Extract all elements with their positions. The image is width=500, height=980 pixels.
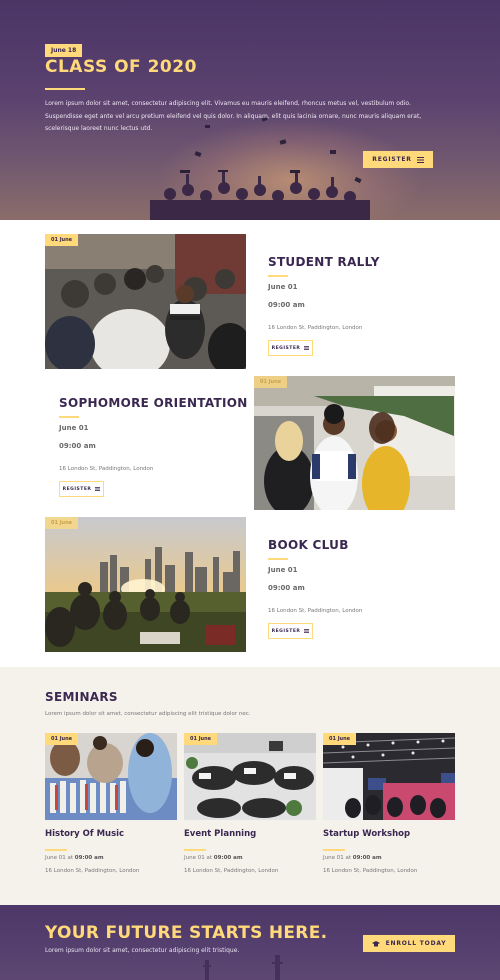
event-date-badge: 01 June xyxy=(254,376,288,388)
event-title: BOOK CLUB xyxy=(268,538,349,552)
enroll-today-label: ENROLL TODAY xyxy=(385,940,447,947)
event-time: 09:00 am xyxy=(268,301,305,309)
seminar-date-prefix: June 01 at xyxy=(45,855,73,861)
event-divider xyxy=(268,275,288,277)
cta-subtitle: Lorem ipsum dolor sit amet, consectetur … xyxy=(45,947,240,954)
event-date-badge: 01 June xyxy=(45,517,79,529)
seminar-time: 09:00 am xyxy=(74,855,104,861)
event-date: June 01 xyxy=(268,566,298,574)
event-divider xyxy=(59,416,79,418)
event-date: June 01 xyxy=(59,424,89,432)
seminar-date-badge: 01 June xyxy=(323,733,357,745)
seminars-title: SEMINARS xyxy=(45,690,118,704)
list-icon xyxy=(304,629,310,633)
event-address: 16 London St, Paddington, London xyxy=(268,325,363,331)
seminar-date-badge: 01 June xyxy=(184,733,218,745)
startup-workshop-image[interactable]: 01 June xyxy=(323,733,455,820)
seminar-time: 09:00 am xyxy=(213,855,243,861)
seminar-address: 16 London St, Paddington, London xyxy=(184,868,279,874)
seminars-subtitle: Lorem ipsum dolor sit amet, consectetur … xyxy=(45,711,251,717)
event-register-button[interactable]: REGISTER xyxy=(59,481,104,497)
event-time: 09:00 am xyxy=(59,442,96,450)
seminar-divider xyxy=(323,849,345,851)
hero-title: CLASS OF 2020 xyxy=(45,57,197,77)
seminar-date-prefix: June 01 at xyxy=(184,855,212,861)
seminar-divider xyxy=(184,849,206,851)
seminar-date: June 01 at 09:00 am xyxy=(184,855,243,861)
enroll-today-button[interactable]: ENROLL TODAY xyxy=(363,935,455,952)
list-icon xyxy=(304,346,310,350)
event-time: 09:00 am xyxy=(268,584,305,592)
event-address: 16 London St, Paddington, London xyxy=(59,466,154,472)
hero-description: Lorem ipsum dolor sit amet, consectetur … xyxy=(45,100,422,132)
event-date-badge: 01 June xyxy=(45,234,79,246)
hero-section: June 18 CLASS OF 2020 Lorem ipsum dolor … xyxy=(0,0,500,220)
event-planning-image[interactable]: 01 June xyxy=(184,733,316,820)
history-of-music-image[interactable]: 01 June xyxy=(45,733,177,820)
seminar-date-prefix: June 01 at xyxy=(323,855,351,861)
event-register-label: REGISTER xyxy=(271,345,301,351)
list-icon xyxy=(95,487,101,491)
cta-title: YOUR FUTURE STARTS HERE. xyxy=(45,923,328,943)
hero-register-label: REGISTER xyxy=(372,156,412,163)
event-divider xyxy=(268,558,288,560)
seminar-address: 16 London St, Paddington, London xyxy=(323,868,418,874)
seminar-time: 09:00 am xyxy=(352,855,382,861)
seminar-divider xyxy=(45,849,67,851)
seminar-date: June 01 at 09:00 am xyxy=(45,855,104,861)
seminar-title[interactable]: History Of Music xyxy=(45,829,124,839)
hero-date-badge: June 18 xyxy=(45,44,83,57)
list-icon xyxy=(416,156,424,163)
seminar-title[interactable]: Event Planning xyxy=(184,829,256,839)
seminar-date: June 01 at 09:00 am xyxy=(323,855,382,861)
book-club-image: 01 June xyxy=(45,517,246,652)
event-date: June 01 xyxy=(268,283,298,291)
seminar-title[interactable]: Startup Workshop xyxy=(323,829,410,839)
hero-register-button[interactable]: REGISTER xyxy=(363,151,433,168)
event-register-label: REGISTER xyxy=(271,628,301,634)
seminar-date-badge: 01 June xyxy=(45,733,79,745)
event-register-button[interactable]: REGISTER xyxy=(268,340,313,356)
sophomore-orientation-image: 01 June xyxy=(254,376,455,510)
event-register-button[interactable]: REGISTER xyxy=(268,623,313,639)
student-rally-image: 01 June xyxy=(45,234,246,369)
seminar-address: 16 London St, Paddington, London xyxy=(45,868,140,874)
event-title: SOPHOMORE ORIENTATION xyxy=(59,396,248,410)
graduation-cap-icon xyxy=(371,940,380,946)
event-register-label: REGISTER xyxy=(62,486,92,492)
event-title: STUDENT RALLY xyxy=(268,255,380,269)
event-address: 16 London St, Paddington, London xyxy=(268,608,363,614)
hero-divider xyxy=(45,88,85,90)
